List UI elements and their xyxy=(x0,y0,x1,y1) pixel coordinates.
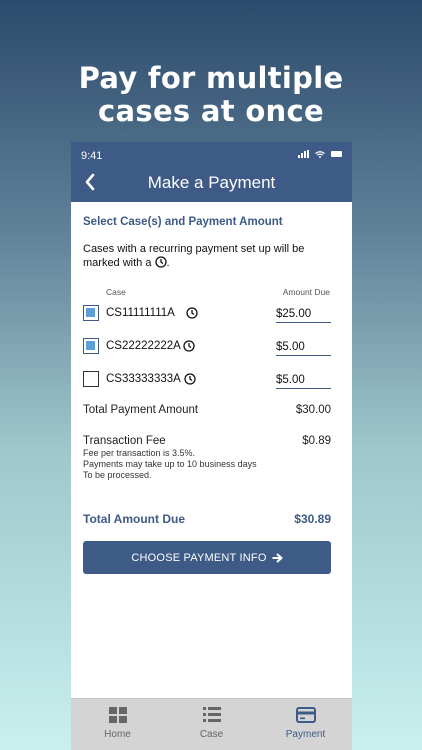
clock-icon xyxy=(184,373,196,385)
signal-icon xyxy=(298,150,309,158)
transaction-fee-value: $0.89 xyxy=(302,435,331,447)
column-header-case: Case xyxy=(106,287,126,297)
case-row: CS33333333A xyxy=(83,369,343,389)
amount-input[interactable] xyxy=(276,369,331,389)
tab-label: Payment xyxy=(285,729,326,740)
tab-bar: Home Case Payment xyxy=(71,698,352,750)
tab-label: Case xyxy=(199,729,224,740)
total-payment-label: Total Payment Amount xyxy=(83,404,199,416)
choose-payment-info-label: CHOOSE PAYMENT INFO xyxy=(131,551,267,564)
case-id: CS22222222A xyxy=(106,340,181,352)
section-title: Select Case(s) and Payment Amount xyxy=(83,216,283,228)
headline-line-2: cases at once xyxy=(98,94,324,128)
transaction-fee-label: Transaction Fee xyxy=(83,435,166,447)
phone-screen: 9:41 Make a Payment Select Case(s) and P… xyxy=(71,142,352,750)
case-checkbox[interactable] xyxy=(83,371,99,387)
case-checkbox[interactable] xyxy=(83,338,99,354)
list-icon xyxy=(202,707,221,722)
arrow-right-icon xyxy=(272,552,283,563)
total-payment-value: $30.00 xyxy=(295,404,331,416)
promo-headline: Pay for multiple cases at once xyxy=(0,62,422,128)
amount-input[interactable] xyxy=(276,303,331,323)
recurring-note-suffix: . xyxy=(166,257,170,269)
status-icons xyxy=(298,150,342,158)
amount-input[interactable] xyxy=(276,336,331,356)
battery-icon xyxy=(331,151,342,157)
fee-note: Fee per transaction is 3.5%. Payments ma… xyxy=(83,448,283,481)
total-payment-row: Total Payment Amount $30.00 xyxy=(83,404,343,416)
recurring-note: Cases with a recurring payment set up wi… xyxy=(83,242,338,270)
nav-bar: Make a Payment xyxy=(71,166,352,202)
total-due-value: $30.89 xyxy=(294,512,331,526)
fee-note-line: Payments may take up to 10 business days xyxy=(83,459,257,469)
column-header-amount: Amount Due xyxy=(282,287,330,297)
case-id: CS11111111A xyxy=(106,307,175,319)
clock-icon xyxy=(183,340,195,352)
case-row: CS22222222A xyxy=(83,336,343,356)
clock-icon xyxy=(154,256,167,268)
page-title: Make a Payment xyxy=(147,173,276,192)
clock-icon xyxy=(186,307,198,319)
case-row: CS11111111A xyxy=(83,303,343,323)
fee-note-line: Fee per transaction is 3.5%. xyxy=(83,448,196,458)
choose-payment-info-button[interactable]: CHOOSE PAYMENT INFO xyxy=(83,541,331,574)
wifi-icon xyxy=(315,150,325,158)
case-id: CS33333333A xyxy=(106,373,181,385)
case-checkbox[interactable] xyxy=(83,305,99,321)
recurring-note-text: Cases with a recurring payment set up wi… xyxy=(83,243,305,269)
status-time: 9:41 xyxy=(81,150,103,162)
status-bar: 9:41 xyxy=(71,142,352,166)
tab-case[interactable]: Case xyxy=(165,699,258,750)
grid-icon xyxy=(108,707,127,723)
fee-note-line: To be processed. xyxy=(83,470,152,480)
tab-label: Home xyxy=(104,729,131,740)
credit-card-icon xyxy=(295,707,316,723)
headline-line-1: Pay for multiple xyxy=(78,61,344,95)
total-due-row: Total Amount Due $30.89 xyxy=(83,512,343,526)
total-due-label: Total Amount Due xyxy=(83,512,185,526)
tab-payment[interactable]: Payment xyxy=(259,699,352,750)
transaction-fee-row: Transaction Fee $0.89 xyxy=(83,435,343,447)
tab-home[interactable]: Home xyxy=(71,699,164,750)
